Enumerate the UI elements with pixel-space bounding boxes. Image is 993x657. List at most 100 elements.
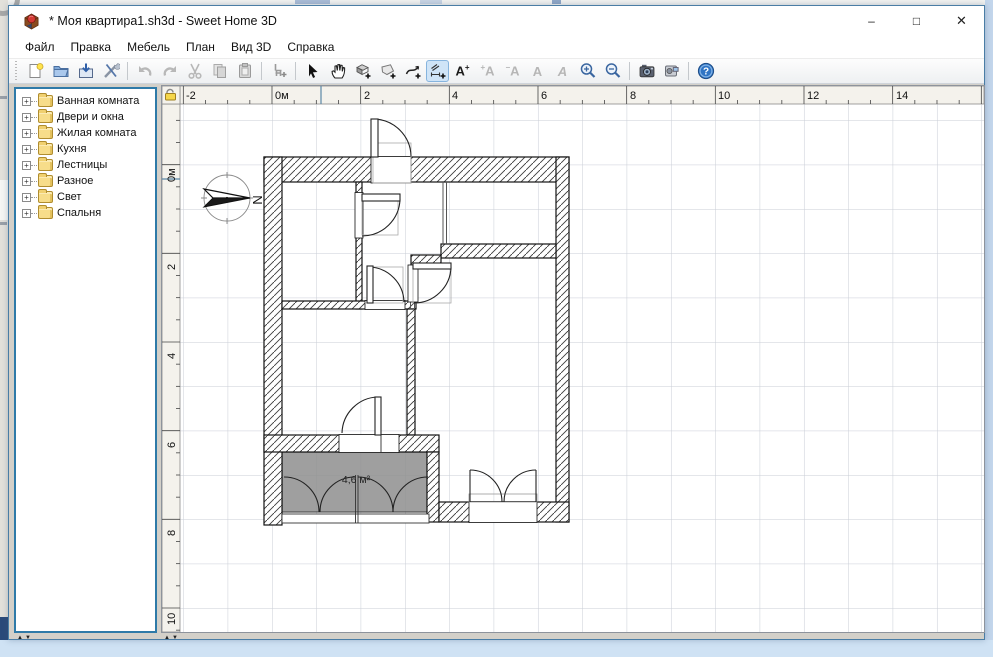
expander-icon[interactable]: +: [22, 113, 31, 122]
tree-item-bedroom[interactable]: + Спальня: [16, 205, 155, 221]
expander-icon[interactable]: +: [22, 97, 31, 106]
background-deco: [0, 96, 7, 99]
menu-file[interactable]: Файл: [17, 37, 63, 57]
tree-item-doors-windows[interactable]: + Двери и окна: [16, 109, 155, 125]
open-home-button[interactable]: [49, 60, 72, 82]
category-folder-icon: [38, 95, 53, 107]
plan-splitter-arrows[interactable]: ▲▼: [164, 635, 180, 641]
toolbar-separator: [295, 62, 296, 80]
pan-tool-button[interactable]: [326, 60, 349, 82]
plan-canvas[interactable]: N 4,6 м² -2 0м 2 4 6 8: [162, 86, 984, 632]
create-dimensions-tool-button[interactable]: [426, 60, 449, 82]
expander-icon[interactable]: +: [22, 209, 31, 218]
svg-text:2: 2: [166, 264, 178, 270]
category-folder-icon: [38, 111, 53, 123]
polyline-plus-icon: [404, 62, 422, 80]
photo-camera-icon: [638, 62, 656, 80]
vertical-ruler: 0м 2 4 6 8 10: [162, 104, 180, 632]
opening-balcony-door: [339, 435, 399, 453]
furniture-catalog-panel[interactable]: + Ванная комната + Двери и окна + Жилая …: [14, 87, 157, 633]
zoom-out-button[interactable]: [601, 60, 624, 82]
titlebar[interactable]: * Моя квартира1.sh3d - Sweet Home 3D – □…: [9, 6, 984, 36]
tree-item-bathroom[interactable]: + Ванная комната: [16, 93, 155, 109]
help-button[interactable]: ?: [694, 60, 717, 82]
toggle-bold-button[interactable]: A: [526, 60, 549, 82]
tree-item-miscellaneous[interactable]: + Разное: [16, 173, 155, 189]
scissors-icon: [186, 62, 204, 80]
add-text-icon: A+: [455, 64, 469, 77]
menu-help[interactable]: Справка: [279, 37, 342, 57]
italic-icon: A: [558, 65, 567, 78]
menu-3d-view[interactable]: Вид 3D: [223, 37, 279, 57]
maximize-button[interactable]: □: [894, 6, 939, 36]
undo-button[interactable]: [133, 60, 156, 82]
tree-item-living-room[interactable]: + Жилая комната: [16, 125, 155, 141]
room-area-label: 4,6 м²: [342, 474, 371, 486]
preferences-button[interactable]: [99, 60, 122, 82]
increase-text-icon: +A: [480, 64, 494, 77]
ruler-corner[interactable]: [162, 86, 180, 104]
tree-item-kitchen[interactable]: + Кухня: [16, 141, 155, 157]
expander-icon[interactable]: +: [22, 177, 31, 186]
window-title: * Моя квартира1.sh3d - Sweet Home 3D: [49, 14, 849, 28]
wall-kitchen-right: [407, 309, 415, 435]
svg-text:12: 12: [807, 90, 819, 102]
add-furniture-button[interactable]: [267, 60, 290, 82]
tools-icon: [102, 62, 120, 80]
save-home-button[interactable]: [74, 60, 97, 82]
toggle-italic-button[interactable]: A: [551, 60, 574, 82]
catalog-splitter-arrows[interactable]: ▲▼: [17, 635, 33, 641]
desktop-right-strip: [985, 0, 993, 657]
compass-north-letter: N: [250, 195, 265, 204]
svg-text:14: 14: [896, 90, 908, 102]
expander-icon[interactable]: +: [22, 193, 31, 202]
category-folder-icon: [38, 143, 53, 155]
tree-item-lights[interactable]: + Свет: [16, 189, 155, 205]
horizontal-ruler: -2 0м 2 4 6 8 10 12 14: [180, 86, 984, 104]
help-icon: ?: [697, 62, 715, 80]
copy-button[interactable]: [208, 60, 231, 82]
svg-text:4: 4: [166, 353, 178, 359]
wall-right: [556, 157, 569, 522]
create-polylines-tool-button[interactable]: [401, 60, 424, 82]
create-walls-tool-button[interactable]: [351, 60, 374, 82]
close-button[interactable]: ✕: [939, 6, 984, 36]
minimize-button[interactable]: –: [849, 6, 894, 36]
zoom-in-button[interactable]: [576, 60, 599, 82]
create-photo-button[interactable]: [635, 60, 658, 82]
add-texts-tool-button[interactable]: A+: [451, 60, 474, 82]
paste-button[interactable]: [233, 60, 256, 82]
menu-edit[interactable]: Правка: [63, 37, 120, 57]
increase-text-size-button[interactable]: +A: [476, 60, 499, 82]
expander-icon[interactable]: +: [22, 161, 31, 170]
new-home-button[interactable]: [24, 60, 47, 82]
category-folder-icon: [38, 191, 53, 203]
menu-furniture[interactable]: Мебель: [119, 37, 178, 57]
select-tool-button[interactable]: [301, 60, 324, 82]
toolbar-grip[interactable]: [13, 61, 20, 81]
wall-top: [264, 157, 569, 182]
svg-text:10: 10: [718, 90, 730, 102]
create-rooms-tool-button[interactable]: [376, 60, 399, 82]
create-video-button[interactable]: [660, 60, 683, 82]
expander-icon[interactable]: +: [22, 145, 31, 154]
wall-balcony-right: [427, 452, 439, 522]
tree-item-staircases[interactable]: + Лестницы: [16, 157, 155, 173]
redo-button[interactable]: [158, 60, 181, 82]
svg-text:-2: -2: [186, 90, 196, 102]
background-deco: [552, 0, 561, 4]
cut-button[interactable]: [183, 60, 206, 82]
svg-text:8: 8: [166, 530, 178, 536]
svg-text:0м: 0м: [275, 90, 289, 102]
background-deco: [0, 180, 8, 220]
plan-panel[interactable]: N 4,6 м² -2 0м 2 4 6 8: [161, 85, 985, 633]
save-icon: [77, 62, 95, 80]
dimension-plus-icon: [429, 62, 447, 80]
opening-window-right: [469, 502, 537, 523]
svg-text:6: 6: [541, 90, 547, 102]
hand-icon: [329, 62, 347, 80]
decrease-text-size-button[interactable]: −A: [501, 60, 524, 82]
menu-plan[interactable]: План: [178, 37, 223, 57]
menubar: Файл Правка Мебель План Вид 3D Справка: [9, 36, 984, 59]
expander-icon[interactable]: +: [22, 129, 31, 138]
